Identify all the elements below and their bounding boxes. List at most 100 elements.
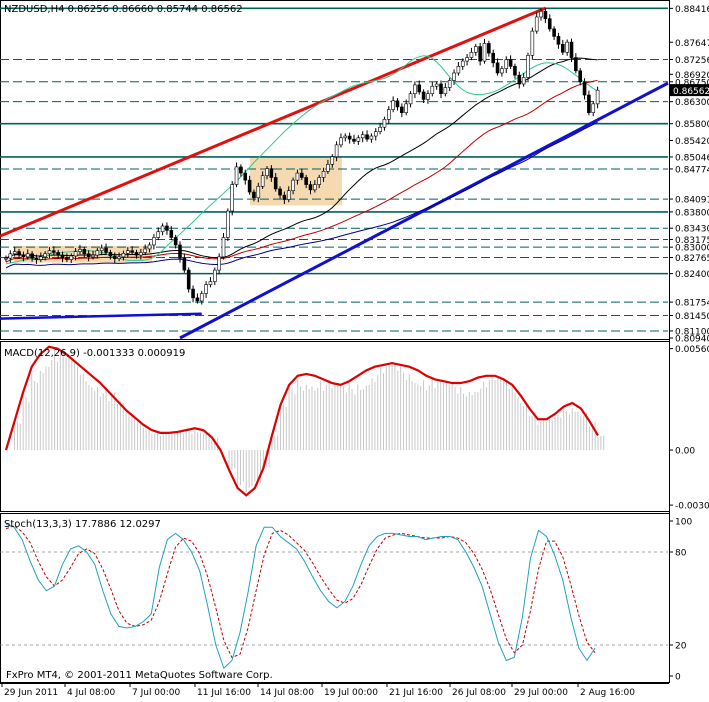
- candle-body: [152, 237, 156, 246]
- candle-body: [12, 251, 17, 255]
- price-label: 0.85800: [675, 120, 709, 130]
- symbol-header: NZDUSD,H4 0.86256 0.86660 0.85744 0.8656…: [4, 4, 243, 15]
- candle-body: [273, 177, 278, 190]
- candle-body: [91, 254, 95, 258]
- time-label: 2 Aug 16:00: [580, 688, 635, 698]
- candle-body: [191, 288, 195, 299]
- candle-body: [574, 57, 578, 72]
- candle-body: [134, 252, 139, 256]
- candle-body: [221, 237, 226, 258]
- price-label: 0.84091: [675, 196, 709, 206]
- candle-body: [378, 126, 382, 132]
- candle-body: [560, 44, 565, 53]
- candle-body: [595, 89, 600, 105]
- stoch-tick-label: 80: [675, 549, 687, 559]
- chart-canvas: 0.884160.876470.872560.869200.867500.865…: [0, 0, 709, 698]
- candle-body: [547, 18, 552, 30]
- candle-body: [165, 225, 169, 231]
- candle-body: [156, 231, 161, 238]
- candle-body: [121, 253, 126, 258]
- support-trendline: [179, 81, 669, 340]
- candle-body: [521, 77, 526, 85]
- candle-body: [508, 59, 513, 67]
- candle-body: [408, 93, 413, 105]
- candle-body: [95, 250, 100, 256]
- price-label: 0.85420: [675, 137, 709, 147]
- candle-body: [373, 131, 378, 137]
- candle-body: [43, 253, 47, 258]
- candle-body: [195, 297, 200, 302]
- candle-body: [443, 87, 448, 95]
- candle-body: [473, 46, 478, 53]
- price-label: 0.81450: [675, 312, 709, 322]
- candle-body: [243, 172, 248, 181]
- candle-body: [308, 184, 313, 191]
- candle-body: [482, 43, 487, 62]
- candle-body: [321, 171, 326, 178]
- candle-body: [173, 237, 178, 246]
- candle-body: [421, 91, 426, 100]
- candle-body: [291, 179, 295, 192]
- candle-body: [439, 83, 443, 95]
- price-label: 0.83000: [675, 244, 709, 254]
- candle-body: [543, 10, 548, 20]
- stoch-tick-label: 0: [675, 673, 681, 683]
- candle-body: [86, 253, 91, 258]
- candle-body: [213, 269, 217, 282]
- candle-body: [356, 137, 361, 142]
- candle-body: [147, 244, 152, 250]
- candle-body: [456, 66, 461, 74]
- candle-body: [286, 190, 291, 200]
- candle-body: [591, 103, 596, 113]
- candle-body: [260, 175, 265, 187]
- stoch-signal-line: [5, 525, 596, 659]
- candle-body: [587, 94, 591, 113]
- candle-body: [252, 191, 256, 199]
- candle-body: [339, 137, 343, 146]
- candle-body: [417, 84, 422, 93]
- candle-body: [204, 284, 208, 294]
- candle-body: [434, 83, 439, 87]
- macd-tick-label: 0.00: [675, 447, 695, 457]
- stoch-tick-label: 20: [675, 642, 687, 652]
- price-label: 0.83430: [675, 225, 709, 235]
- time-label: 19 Jul 00:00: [324, 688, 378, 698]
- price-label: 0.85046: [675, 153, 709, 163]
- candle-body: [78, 249, 82, 252]
- candle-body: [487, 43, 491, 54]
- candle-body: [565, 41, 569, 53]
- candle-body: [352, 138, 356, 142]
- candle-body: [465, 57, 469, 62]
- price-label: 0.87256: [675, 56, 709, 66]
- chart-window: 0.88416 0.87647 0.87256 0.86920 0.86750 0.865…: [0, 0, 709, 698]
- price-label: 0.82400: [675, 270, 709, 280]
- candle-body: [30, 253, 34, 259]
- time-label: 26 Jul 08:00: [452, 688, 506, 698]
- candle-body: [369, 135, 374, 140]
- candle-body: [330, 156, 335, 165]
- candle-body: [8, 253, 13, 259]
- candle-body: [552, 28, 556, 37]
- candle-body: [447, 80, 452, 88]
- candle-body: [239, 166, 243, 174]
- candle-body: [256, 186, 261, 199]
- candle-body: [334, 144, 339, 158]
- candle-body: [82, 249, 87, 255]
- candle-body: [413, 84, 417, 95]
- candle-body: [530, 30, 535, 56]
- stoch-main-line: [5, 523, 596, 670]
- price-label: 0.86300: [675, 98, 709, 108]
- price-label: 0.81754: [675, 299, 709, 309]
- candle-body: [265, 168, 269, 177]
- time-label: 29 Jun 2011: [4, 688, 58, 698]
- price-label: 0.83800: [675, 208, 709, 218]
- candle-body: [182, 257, 187, 271]
- candle-body: [112, 255, 117, 259]
- candle-body: [469, 51, 474, 58]
- candle-body: [169, 230, 174, 238]
- candle-body: [582, 81, 587, 96]
- time-label: 4 Jul 08:00: [67, 688, 116, 698]
- candle-body: [186, 269, 191, 290]
- current-price-label: 0.86562: [673, 87, 709, 97]
- candle-body: [517, 74, 522, 85]
